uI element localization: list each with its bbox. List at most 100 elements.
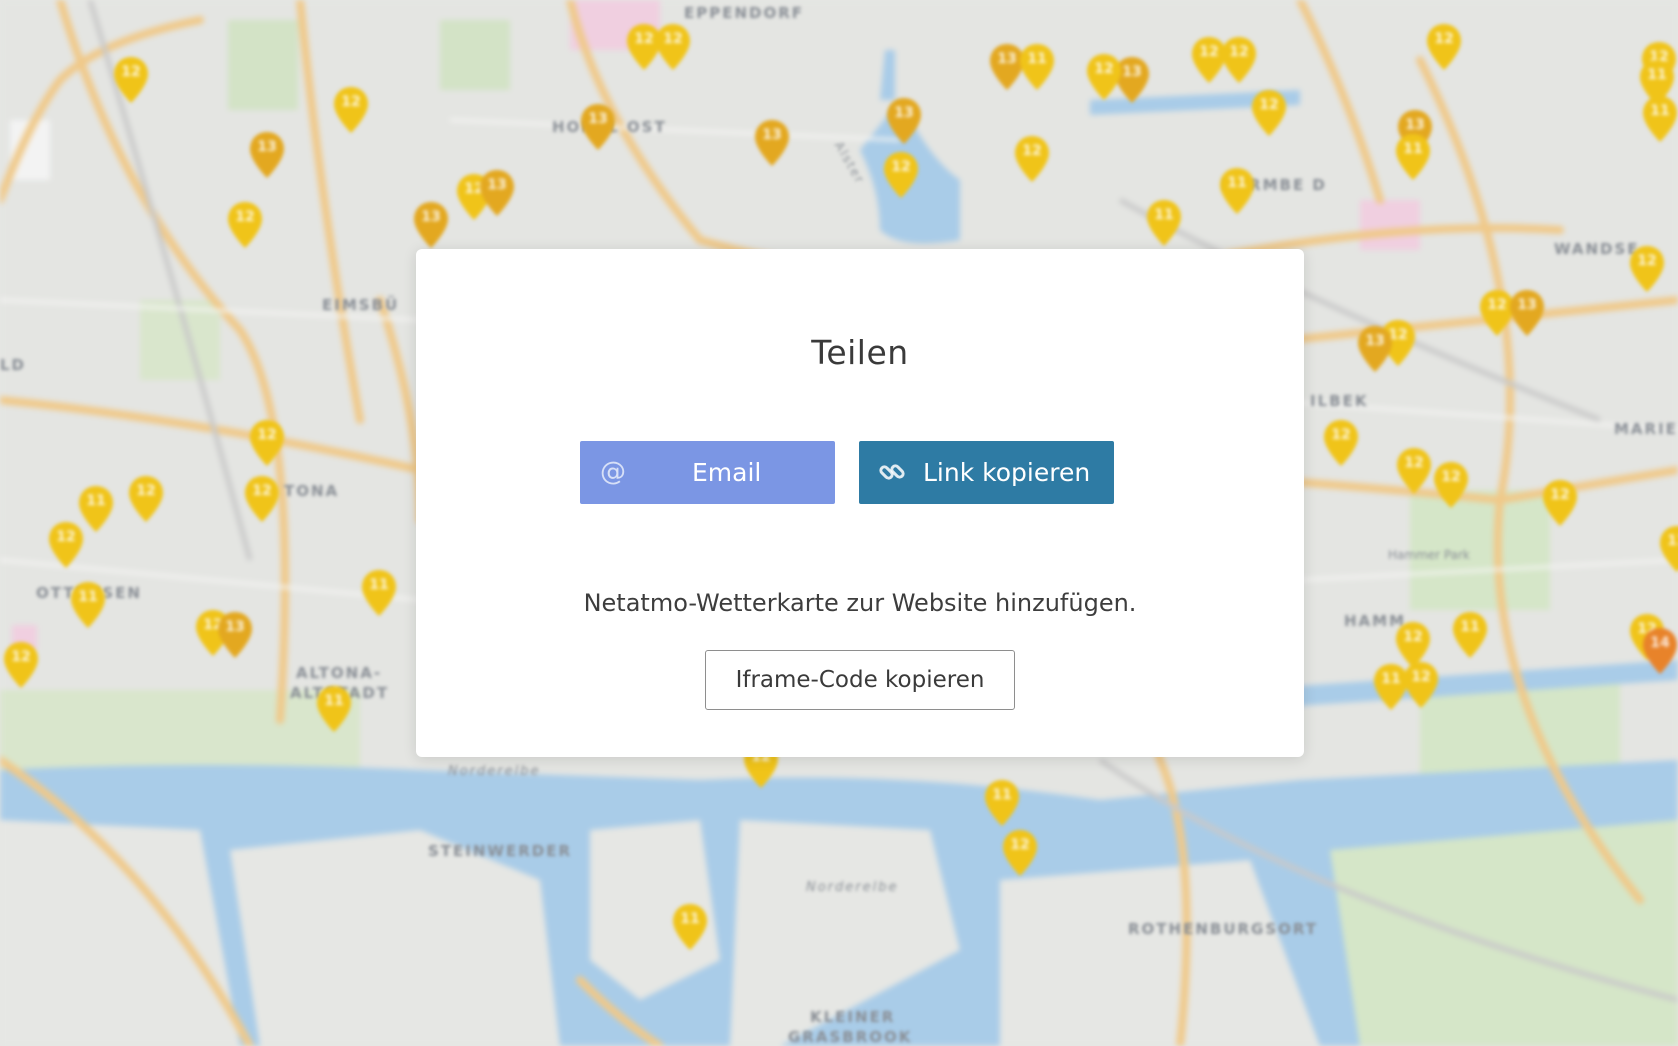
- share-dialog-title: Teilen: [811, 333, 909, 372]
- temperature-pin[interactable]: 12: [654, 22, 692, 72]
- at-sign-icon: @: [600, 457, 626, 487]
- temperature-pin[interactable]: 12: [1001, 828, 1039, 878]
- temperature-value: 11: [369, 577, 389, 593]
- temperature-value: 12: [257, 427, 277, 443]
- map-pin-icon: [1324, 420, 1358, 466]
- temperature-pin[interactable]: 11: [1451, 610, 1489, 660]
- temperature-pin[interactable]: 11: [69, 580, 107, 630]
- temperature-pin[interactable]: 12: [226, 200, 264, 250]
- map-pin-icon: [887, 98, 921, 144]
- temperature-value: 13: [762, 127, 782, 143]
- map-pin-icon: [755, 120, 789, 166]
- temperature-value: 11: [1154, 207, 1174, 223]
- temperature-pin[interactable]: 12: [1432, 460, 1470, 510]
- map-pin-icon: [1003, 830, 1037, 876]
- map-pin-icon: [334, 87, 368, 133]
- temperature-pin[interactable]: 12: [248, 418, 286, 468]
- temperature-pin[interactable]: 12: [1395, 446, 1433, 496]
- temperature-value: 12: [1094, 61, 1114, 77]
- temperature-value: 12: [1404, 455, 1424, 471]
- temperature-value: 11: [680, 911, 700, 927]
- map-pin-icon: [1397, 448, 1431, 494]
- temperature-pin[interactable]: 13: [885, 96, 923, 146]
- temperature-value: 13: [225, 619, 245, 635]
- temperature-value: 12: [121, 64, 141, 80]
- temperature-pin[interactable]: 11: [1018, 42, 1056, 92]
- temperature-value: 13: [1517, 297, 1537, 313]
- email-share-button[interactable]: @ Email: [580, 441, 835, 504]
- map-pin-icon: [1640, 60, 1674, 106]
- temperature-pin[interactable]: 12: [2, 640, 40, 690]
- temperature-pin[interactable]: 12: [1322, 418, 1360, 468]
- map-pin-icon: [656, 24, 690, 70]
- map-pin-icon: [1453, 612, 1487, 658]
- temperature-pin[interactable]: 11: [1218, 166, 1256, 216]
- temperature-value: 12: [1259, 97, 1279, 113]
- temperature-value: 13: [1365, 333, 1385, 349]
- temperature-pin[interactable]: 11: [1372, 662, 1410, 712]
- temperature-pin[interactable]: 12: [112, 55, 150, 105]
- temperature-pin[interactable]: 12: [1541, 478, 1579, 528]
- map-pin-icon: [1630, 246, 1664, 292]
- map-pin-icon: [114, 57, 148, 103]
- temperature-value: 12: [235, 209, 255, 225]
- copy-link-button[interactable]: Link kopieren: [859, 441, 1114, 504]
- email-share-label: Email: [692, 458, 762, 487]
- temperature-pin[interactable]: 13: [579, 102, 617, 152]
- temperature-value: 12: [11, 649, 31, 665]
- temperature-value: 12: [1403, 629, 1423, 645]
- map-pin-icon: [414, 202, 448, 248]
- temperature-value: 12: [663, 31, 683, 47]
- temperature-pin[interactable]: 13: [412, 200, 450, 250]
- temperature-pin[interactable]: 11: [983, 778, 1021, 828]
- map-pin-icon: [1087, 54, 1121, 100]
- chain-link-icon: [877, 457, 907, 487]
- temperature-pin[interactable]: 11: [671, 902, 709, 952]
- temperature-pin[interactable]: 13: [248, 130, 286, 180]
- map-pin-icon: [49, 522, 83, 568]
- map-pin-icon: [480, 170, 514, 216]
- map-pin-icon: [250, 420, 284, 466]
- temperature-pin[interactable]: 12: [1013, 134, 1051, 184]
- temperature-pin[interactable]: 13: [753, 118, 791, 168]
- map-pin-icon: [884, 152, 918, 198]
- temperature-pin[interactable]: 12: [882, 150, 920, 200]
- temperature-value: 12: [341, 94, 361, 110]
- temperature-pin[interactable]: 12: [243, 474, 281, 524]
- temperature-pin[interactable]: 12: [1628, 244, 1666, 294]
- temperature-pin[interactable]: 11: [315, 684, 353, 734]
- temperature-pin[interactable]: 11: [1658, 524, 1678, 574]
- temperature-pin[interactable]: 13: [478, 168, 516, 218]
- temperature-pin[interactable]: 11: [1638, 58, 1676, 108]
- temperature-value: 12: [252, 483, 272, 499]
- temperature-pin[interactable]: 13: [1356, 324, 1394, 374]
- temperature-value: 13: [421, 209, 441, 225]
- temperature-pin[interactable]: 12: [1085, 52, 1123, 102]
- map-pin-icon: [1427, 24, 1461, 70]
- temperature-pin[interactable]: 12: [1425, 22, 1463, 72]
- temperature-pin[interactable]: 14: [1641, 626, 1678, 676]
- temperature-pin[interactable]: 11: [1394, 132, 1432, 182]
- temperature-pin[interactable]: 12: [127, 474, 165, 524]
- temperature-value: 14: [1650, 635, 1670, 651]
- temperature-pin[interactable]: 13: [216, 610, 254, 660]
- temperature-pin[interactable]: 12: [47, 520, 85, 570]
- temperature-value: 11: [1667, 533, 1678, 549]
- map-pin-icon: [1434, 462, 1468, 508]
- temperature-pin[interactable]: 11: [360, 568, 398, 618]
- temperature-pin[interactable]: 12: [1250, 88, 1288, 138]
- temperature-value: 13: [487, 177, 507, 193]
- temperature-pin[interactable]: 13: [1508, 288, 1546, 338]
- map-pin-icon: [1660, 526, 1678, 572]
- map-pin-icon: [1543, 480, 1577, 526]
- temperature-pin[interactable]: 12: [1220, 35, 1258, 85]
- temperature-pin[interactable]: 11: [1145, 198, 1183, 248]
- copy-iframe-code-button[interactable]: Iframe-Code kopieren: [705, 650, 1015, 710]
- temperature-pin[interactable]: 12: [332, 85, 370, 135]
- temperature-value: 12: [1550, 487, 1570, 503]
- map-pin-icon: [1358, 326, 1392, 372]
- map-pin-icon: [71, 582, 105, 628]
- temperature-value: 12: [1441, 469, 1461, 485]
- temperature-value: 12: [136, 483, 156, 499]
- temperature-value: 13: [1405, 117, 1425, 133]
